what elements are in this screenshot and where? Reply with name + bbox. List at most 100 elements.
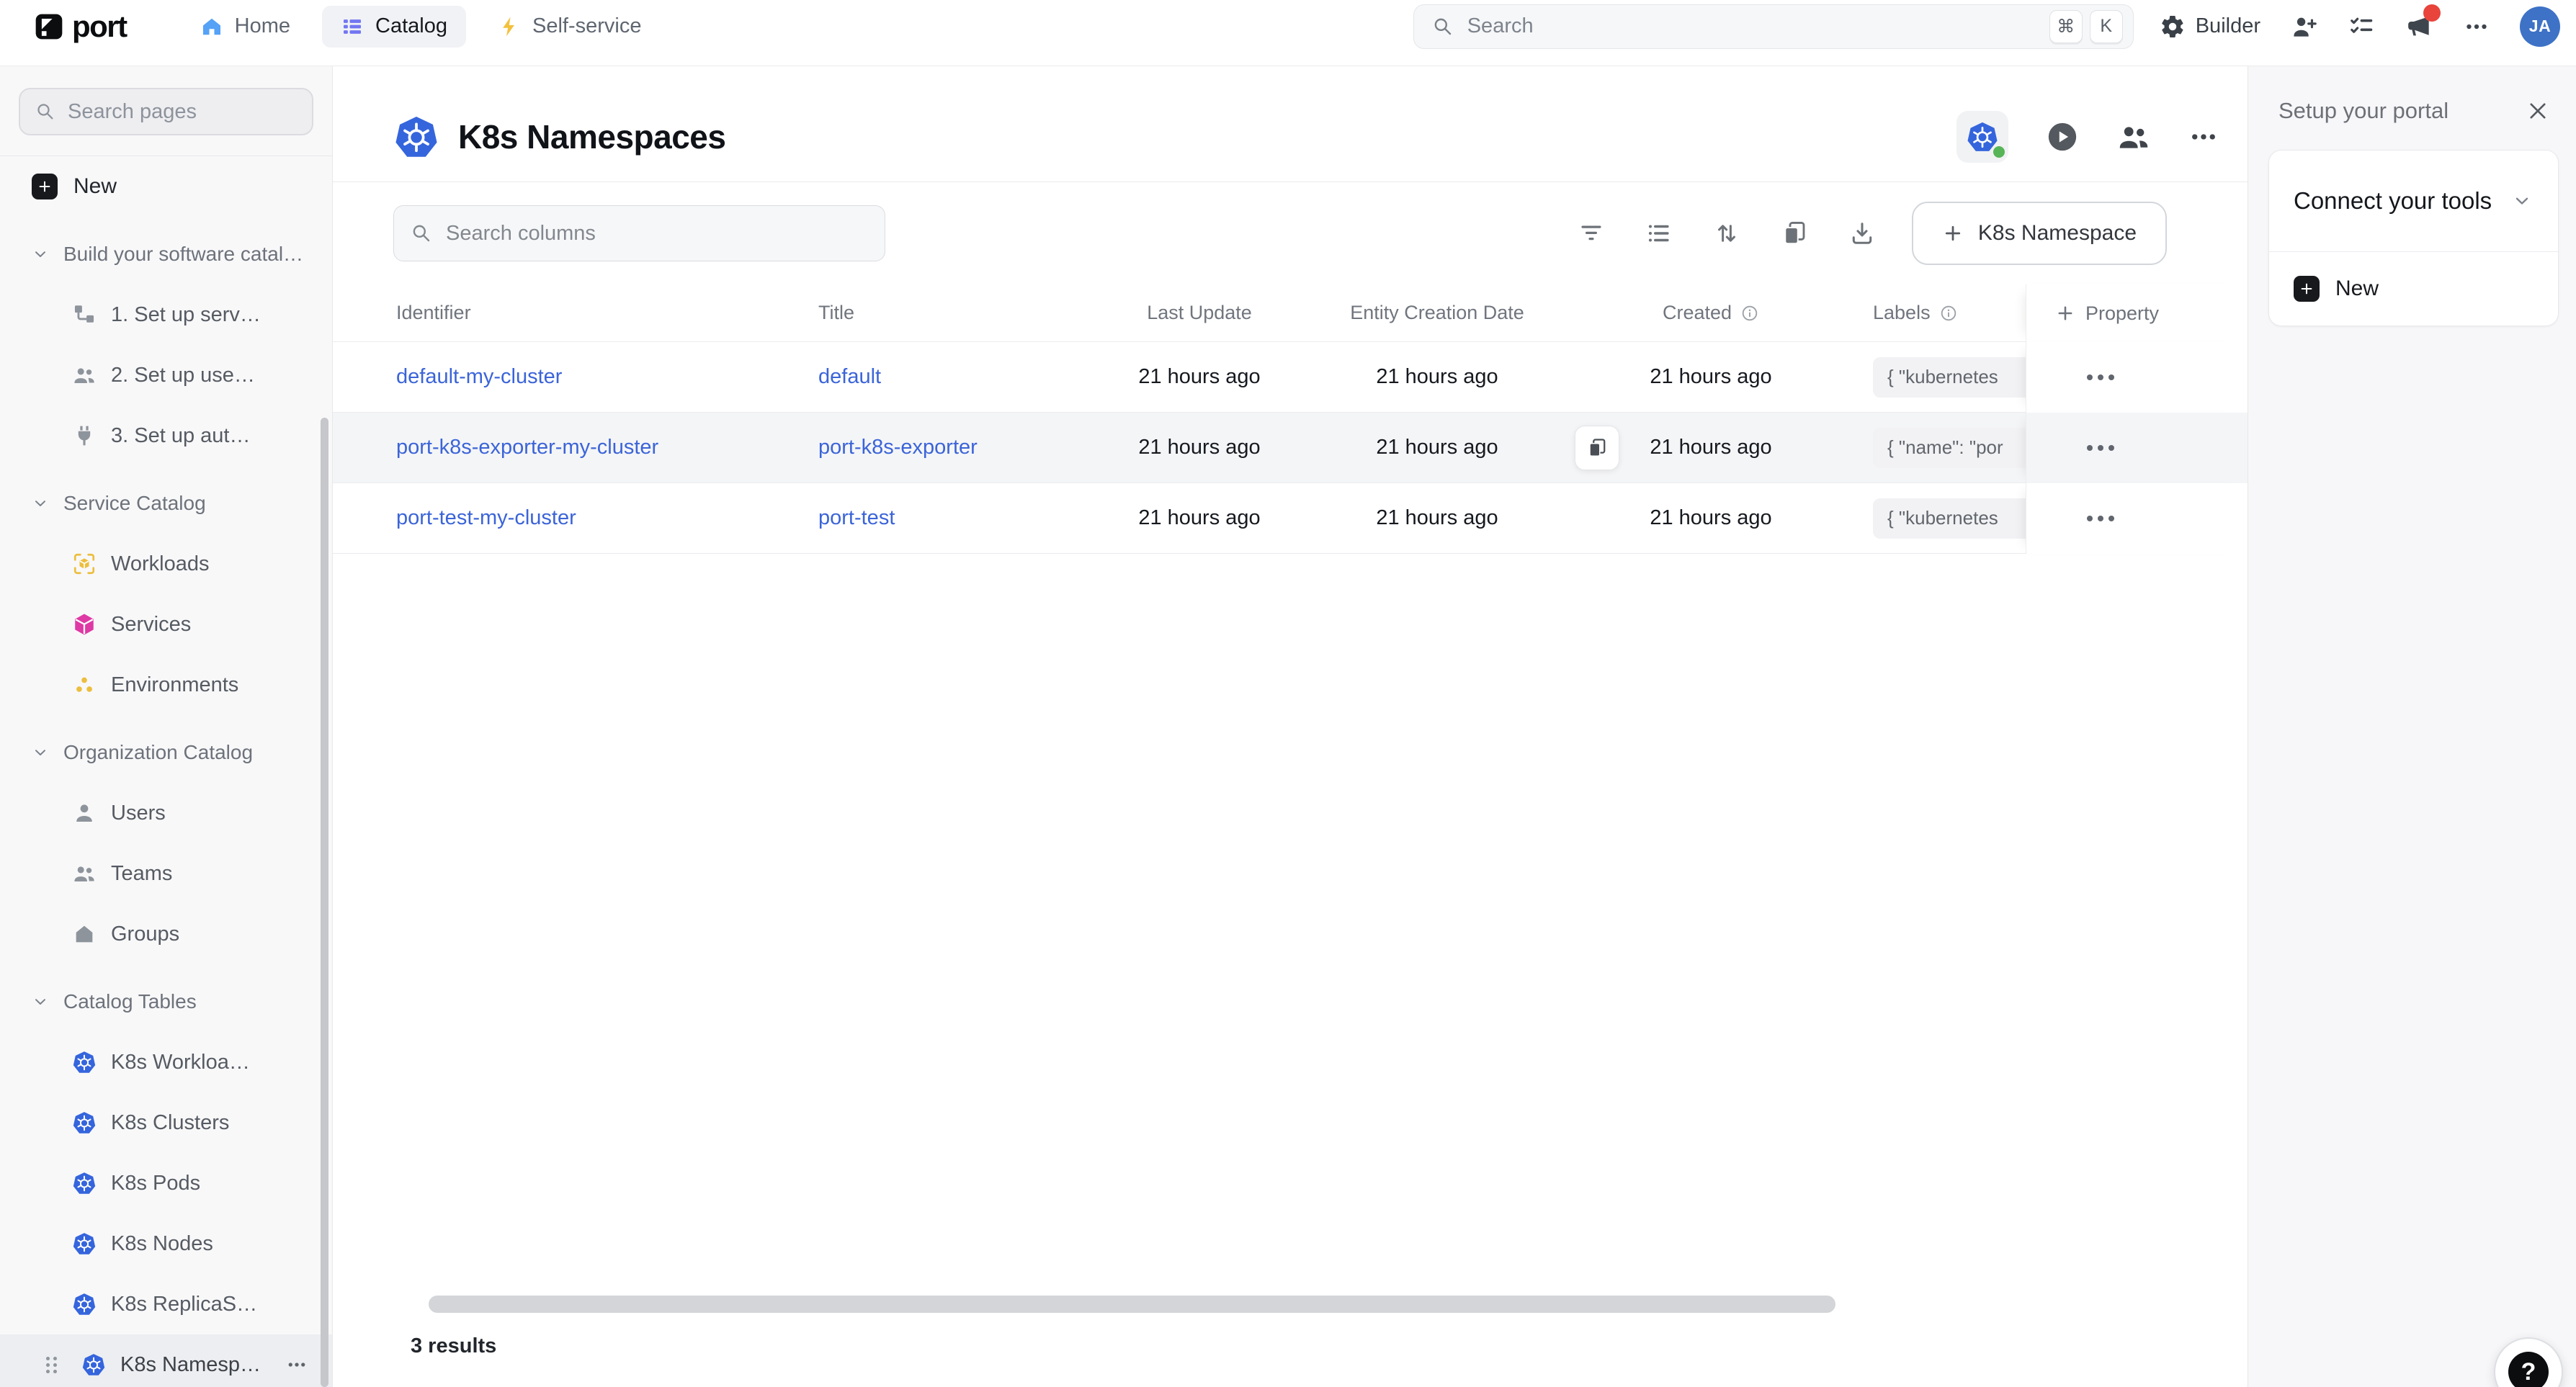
close-icon [2526, 99, 2550, 123]
column-header-labels[interactable]: Labels [1873, 302, 1931, 324]
sidebar-item-k8s-pods[interactable]: K8s Pods [0, 1153, 332, 1213]
horizontal-scrollbar[interactable] [429, 1296, 1835, 1313]
sort-icon[interactable] [1713, 220, 1740, 247]
column-header-title[interactable]: Title [818, 302, 854, 324]
sidebar-item-label: Services [111, 613, 191, 637]
k8s-icon [81, 1352, 106, 1377]
sidebar-item-environments[interactable]: Environments [0, 655, 332, 715]
copy-view-icon[interactable] [1781, 220, 1808, 247]
column-header-entity-creation-date[interactable]: Entity Creation Date [1350, 302, 1524, 324]
global-search[interactable]: ⌘ K [1413, 4, 2134, 49]
download-icon[interactable] [1848, 220, 1876, 247]
table-row: default-my-cluster default 21 hours ago … [333, 342, 2248, 413]
cube-icon [72, 612, 97, 637]
sidebar-item-k8s-namespaces[interactable]: K8s Namesp… [0, 1334, 332, 1387]
row-menu-button[interactable] [2087, 374, 2114, 380]
global-search-input[interactable] [1467, 14, 2042, 38]
sidebar-item-k8s-nodes[interactable]: K8s Nodes [0, 1213, 332, 1274]
identifier-link[interactable]: port-k8s-exporter-my-cluster [396, 436, 658, 459]
created-value: 21 hours ago [1650, 506, 1771, 530]
builder-button[interactable]: Builder [2160, 14, 2260, 40]
panel-new-button[interactable]: New [2269, 252, 2558, 326]
row-menu-button[interactable] [2087, 445, 2114, 451]
sidebar-section-label: Build your software catal… [63, 243, 303, 266]
nav-home[interactable]: Home [182, 6, 309, 48]
drag-handle-icon[interactable] [46, 1357, 57, 1373]
sidebar-search-input[interactable] [68, 100, 298, 124]
sidebar-item-label: Groups [111, 923, 179, 946]
sidebar-item-k8s-replicasets[interactable]: K8s ReplicaS… [0, 1274, 332, 1334]
port-logo[interactable]: port [33, 9, 127, 44]
search-icon [410, 222, 433, 245]
sidebar-item-k8s-clusters[interactable]: K8s Clusters [0, 1092, 332, 1153]
sidebar-section-catalog-tables[interactable]: Catalog Tables [0, 971, 332, 1032]
sidebar-item-groups[interactable]: Groups [0, 904, 332, 964]
row-menu-button[interactable] [2087, 516, 2114, 521]
invite-users-button[interactable] [2291, 13, 2318, 40]
column-header-identifier[interactable]: Identifier [396, 302, 471, 324]
search-columns[interactable] [393, 205, 885, 261]
sidebar-item-menu-button[interactable] [286, 1354, 308, 1375]
title-link[interactable]: port-k8s-exporter [818, 436, 978, 459]
sidebar-item-label: K8s Clusters [111, 1111, 229, 1135]
table-toolbar: K8s Namespace [333, 182, 2248, 284]
announcements-button[interactable] [2406, 13, 2433, 40]
sidebar-item-label: K8s ReplicaS… [111, 1293, 257, 1316]
nav-self-service[interactable]: Self-service [479, 6, 661, 48]
main-content: K8s Namespaces [333, 66, 2248, 1387]
labels-chip[interactable]: { "kubernetes [1873, 498, 2026, 539]
cube-scan-icon [72, 552, 97, 576]
sidebar-item-teams[interactable]: Teams [0, 843, 332, 904]
panel-new-label: New [2335, 277, 2379, 301]
page-menu-button[interactable] [2188, 122, 2219, 152]
setup-portal-title: Setup your portal [2278, 98, 2448, 124]
copy-button[interactable] [1575, 426, 1619, 470]
identifier-link[interactable]: port-test-my-cluster [396, 506, 576, 530]
sidebar-item-services[interactable]: Services [0, 594, 332, 655]
permissions-button[interactable] [2116, 120, 2151, 154]
sidebar-item-k8s-workloads[interactable]: K8s Workloa… [0, 1032, 332, 1092]
sidebar-section-service-catalog[interactable]: Service Catalog [0, 473, 332, 534]
exporter-status-button[interactable] [1956, 111, 2008, 163]
search-columns-input[interactable] [446, 222, 869, 246]
page-header: K8s Namespaces [333, 66, 2248, 182]
table-row: port-test-my-cluster port-test 21 hours … [333, 483, 2248, 554]
sidebar-scrollbar[interactable] [321, 418, 328, 1387]
entities-table: Identifier Title Last Update Entity Crea… [333, 284, 2248, 554]
sidebar-new-button[interactable]: New [0, 156, 332, 217]
sidebar-item-setup-users[interactable]: 2. Set up use… [0, 345, 332, 405]
sidebar-item-setup-automations[interactable]: 3. Set up aut… [0, 405, 332, 466]
table-row: port-k8s-exporter-my-cluster port-k8s-ex… [333, 413, 2248, 483]
sidebar-search[interactable] [19, 88, 313, 135]
close-panel-button[interactable] [2526, 99, 2550, 123]
tasks-button[interactable] [2348, 13, 2376, 40]
add-k8s-namespace-button[interactable]: K8s Namespace [1912, 202, 2167, 265]
results-count: 3 results [411, 1334, 2248, 1358]
group-by-icon[interactable] [1645, 220, 1673, 247]
filter-icon[interactable] [1578, 220, 1605, 247]
labels-chip[interactable]: { "name": "por [1873, 428, 2026, 468]
last-update-value: 21 hours ago [1138, 436, 1260, 459]
sidebar-item-label: 3. Set up aut… [111, 424, 250, 448]
identifier-link[interactable]: default-my-cluster [396, 365, 562, 389]
title-link[interactable]: default [818, 365, 881, 389]
sidebar-section-organization-catalog[interactable]: Organization Catalog [0, 722, 332, 783]
sidebar-item-users[interactable]: Users [0, 783, 332, 843]
connect-tools-dropdown[interactable]: Connect your tools [2269, 151, 2558, 251]
nav-catalog[interactable]: Catalog [322, 6, 466, 48]
column-header-last-update[interactable]: Last Update [1147, 302, 1252, 324]
catalog-icon [341, 15, 364, 38]
more-menu-button[interactable] [2464, 14, 2490, 40]
sidebar-item-workloads[interactable]: Workloads [0, 534, 332, 594]
sidebar-item-setup-service[interactable]: 1. Set up serv… [0, 284, 332, 345]
entity-creation-date-value: 21 hours ago [1376, 365, 1498, 389]
plus-icon [32, 174, 58, 199]
sidebar-item-label: Workloads [111, 552, 209, 576]
run-button[interactable] [2046, 120, 2079, 153]
column-header-created[interactable]: Created [1663, 302, 1732, 324]
labels-chip[interactable]: { "kubernetes [1873, 357, 2026, 398]
title-link[interactable]: port-test [818, 506, 895, 530]
sidebar-section-build[interactable]: Build your software catal… [0, 224, 332, 284]
add-property-button[interactable]: Property [2026, 302, 2159, 325]
avatar[interactable]: JA [2520, 6, 2560, 47]
